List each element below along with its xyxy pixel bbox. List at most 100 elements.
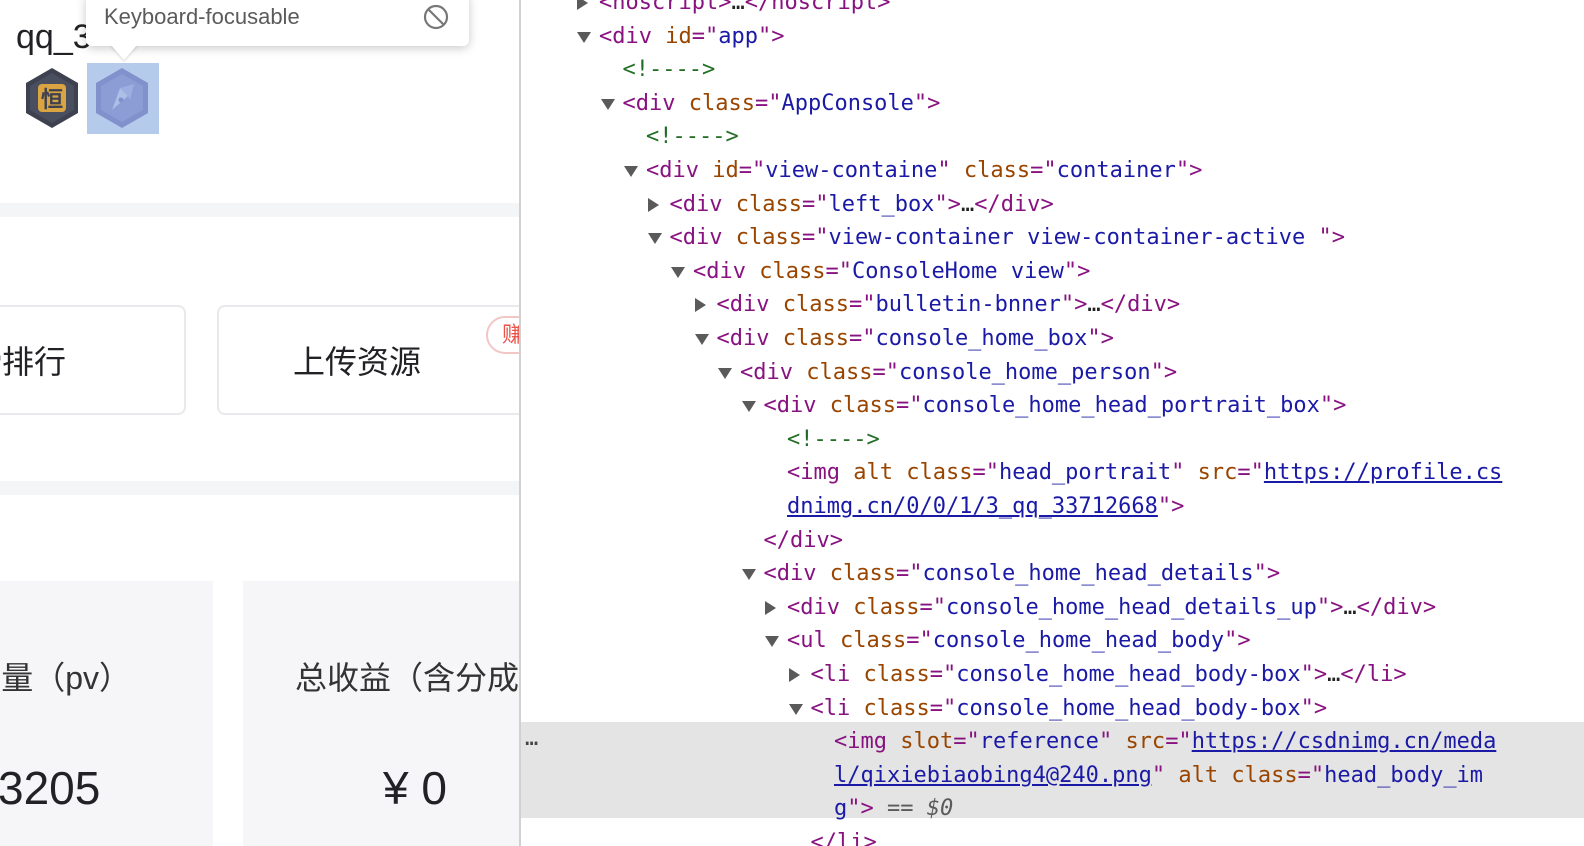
token-tagn: div [1383,594,1423,620]
node-actions-menu[interactable]: … [525,722,538,755]
token-attr: class [829,561,896,587]
token-tagn: div [635,90,689,116]
token-val: view-container view-container-active [828,225,1319,251]
stat-card-income[interactable]: 总收益（含分成 ¥ 0 [243,581,520,846]
dom-node-text: </li> [811,826,877,846]
token-punc: "> [913,90,941,116]
expand-toggle-icon[interactable] [765,600,776,615]
token-attr: class [963,158,1031,183]
username-visible: qq_3 [16,18,92,56]
stat-card-pv[interactable]: 读量（pv） 3205 [0,581,213,846]
token-cmt: <!----> [646,124,739,150]
rank-label: 榜排行 [0,344,66,380]
section-divider [0,481,520,495]
token-tagn: div [776,393,830,419]
expand-toggle-icon[interactable] [647,197,659,212]
token-attr: class [782,292,849,318]
token-punc: < [669,191,683,217]
token-punc: "> [1300,662,1328,687]
token-ell: … [1087,292,1101,318]
token-link[interactable]: https://profile.cs [1264,460,1502,485]
token-ell: … [1327,662,1341,687]
rank-button[interactable]: 榜排行 [0,305,186,415]
token-punc: > [1166,292,1181,318]
collapse-toggle-icon[interactable] [741,569,756,581]
token-punc: "> [1300,695,1328,721]
token-punc: > [1040,191,1054,217]
token-punc: =" [895,393,923,419]
upload-resource-button[interactable]: 上传资源 [217,305,520,415]
token-tagn: li [837,830,864,846]
token-attr: class [759,258,826,284]
token-tagn: img [847,729,901,755]
stat-label: 读量（pv） [0,660,131,696]
token-punc: < [763,561,777,587]
token-val: reference [979,729,1099,755]
collapse-toggle-icon[interactable] [577,31,591,43]
expand-toggle-icon[interactable] [694,298,706,313]
token-link[interactable]: dnimg.cn/0/0/1/3_qq_33712668 [787,494,1158,519]
token-punc: < [787,628,801,654]
collapse-toggle-icon[interactable] [718,367,732,379]
token-val: app [718,23,758,49]
token-attr: slot [900,729,954,755]
token-punc: =" [754,90,782,116]
expand-toggle-icon[interactable] [577,0,588,10]
dom-node-text: <div class="ConsoleHome view"> [693,255,1090,289]
token-punc: < [763,393,777,419]
token-link[interactable]: l/qixiebiaobing4@240.png [834,763,1152,788]
token-punc: > [863,830,877,846]
token-punc: < [810,695,824,721]
tooltip-arrow [110,44,138,60]
stat-label: 总收益（含分成 [295,660,520,696]
dom-node-text: <!----> [646,120,739,154]
token-punc: "> [1060,292,1088,318]
collapse-toggle-icon[interactable] [788,703,803,715]
dom-node-text: <div class="console_home_head_portrait_b… [764,389,1347,423]
token-punc: " [1151,762,1179,788]
token-attr: class [735,225,802,251]
token-ell: … [1343,594,1357,620]
token-punc: > [1422,594,1437,620]
token-val: container [1056,158,1176,183]
token-attr: class [863,695,930,721]
token-link[interactable]: https://csdnimg.cn/meda [1192,729,1497,754]
collapse-toggle-icon[interactable] [671,266,685,278]
upload-label: 上传资源 [292,344,421,380]
token-attr: alt class [853,460,973,486]
devtools-elements-panel[interactable]: … <noscript>…</noscript> <div id="app"> <!… [519,0,1584,846]
collapse-toggle-icon[interactable] [741,401,756,413]
dom-node-text: <div class="console_home_person"> [740,356,1177,390]
token-punc: "> [1175,158,1203,183]
collapse-toggle-icon[interactable] [624,166,638,177]
collapse-toggle-icon[interactable] [765,636,779,648]
token-attr: src [1125,729,1166,755]
dom-node-text: l/qixiebiaobing4@240.png" alt class="hea… [834,759,1483,793]
token-val: console_home_head_body-box [956,695,1301,721]
token-punc: " [937,158,964,183]
token-punc: =" [919,594,946,620]
token-punc: =" [801,225,829,251]
token-punc: =" [1297,762,1325,788]
token-tagn: div [682,191,736,217]
collapse-toggle-icon[interactable] [647,233,662,245]
token-punc: </ [744,0,772,15]
token-punc: < [834,729,848,755]
medal-heng-icon[interactable]: 恒 [20,66,84,130]
token-punc: "> [1157,494,1185,519]
token-tagn: img [800,460,854,486]
token-tagn: div [659,158,713,183]
dom-node-text: <!----> [623,53,716,87]
token-val: console_home_head_details [922,561,1254,587]
token-val: left_box [828,191,935,217]
dom-node-text: <div class="bulletin-bnner">…</div> [717,288,1181,322]
token-punc: </ [810,830,838,846]
token-punc: =" [848,326,876,351]
token-punc: </ [974,191,1001,217]
collapse-toggle-icon[interactable] [600,98,615,110]
collapse-toggle-icon[interactable] [694,334,709,345]
dom-node-text: <img alt class="head_portrait" src="http… [787,456,1502,490]
token-punc: </ [1356,594,1384,620]
expand-toggle-icon[interactable] [788,668,800,682]
dom-node-text: <div id="view-containe" class="container… [646,154,1202,188]
